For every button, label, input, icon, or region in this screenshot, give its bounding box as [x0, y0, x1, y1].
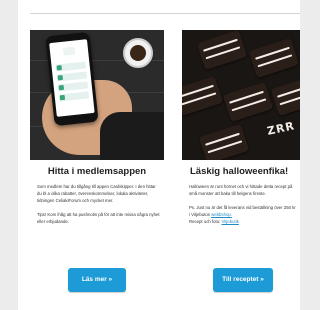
card-body: Som medlem har du tillgång till appen Ca…: [30, 183, 164, 225]
brownie: [222, 81, 274, 123]
card-body: Halloween är runt hörnet och vi hittade …: [182, 183, 300, 225]
halloween-card: ZRR Läskig halloweenfika! Halloween är r…: [182, 30, 300, 232]
card-paragraph: Ps. Just nu är det få leverans vid bestä…: [189, 204, 297, 225]
app-list-item: [55, 61, 86, 72]
webshop-link[interactable]: webbshop.: [211, 212, 232, 217]
coffee-mug: [123, 38, 153, 68]
app-list-item: [56, 71, 88, 82]
recipe-credit: Recept och foto:: [189, 219, 221, 225]
ps-text: Ps. Just nu är det få leverans vid bestä…: [189, 205, 296, 218]
brownie: [270, 75, 300, 117]
read-more-button[interactable]: Läs mer »: [68, 268, 126, 292]
recipe-button[interactable]: Till receptet »: [213, 268, 273, 292]
halloween-brownies-photo: ZRR: [182, 30, 300, 160]
phone-screen: [49, 39, 95, 117]
brownie: [196, 30, 248, 71]
app-logo: [62, 46, 76, 56]
frosting-lettering: ZRR: [265, 119, 296, 138]
brownie: [198, 123, 250, 160]
phone-app-photo: [30, 30, 164, 160]
app-list-item: [58, 91, 90, 102]
brownie: [182, 75, 224, 117]
recipe-link[interactable]: Vitjebutik: [222, 219, 239, 224]
card-title: Läskig halloweenfika!: [190, 166, 289, 177]
card-paragraph: Som medlem har du tillgång till appen Ca…: [37, 184, 156, 204]
card-title: Hitta i medlemsappen: [47, 166, 147, 177]
app-card: Hitta i medlemsappen Som medlem har du t…: [30, 30, 164, 232]
app-list-item: [57, 81, 89, 92]
phone: [45, 31, 99, 127]
card-paragraph: Halloween är runt hörnet och vi hittade …: [189, 184, 293, 197]
section-divider: [30, 13, 300, 14]
card-paragraph: Tips! Kom ihåg att ha pushnotis på för a…: [37, 212, 160, 225]
sleeve: [100, 112, 164, 160]
brownie: [248, 37, 300, 79]
